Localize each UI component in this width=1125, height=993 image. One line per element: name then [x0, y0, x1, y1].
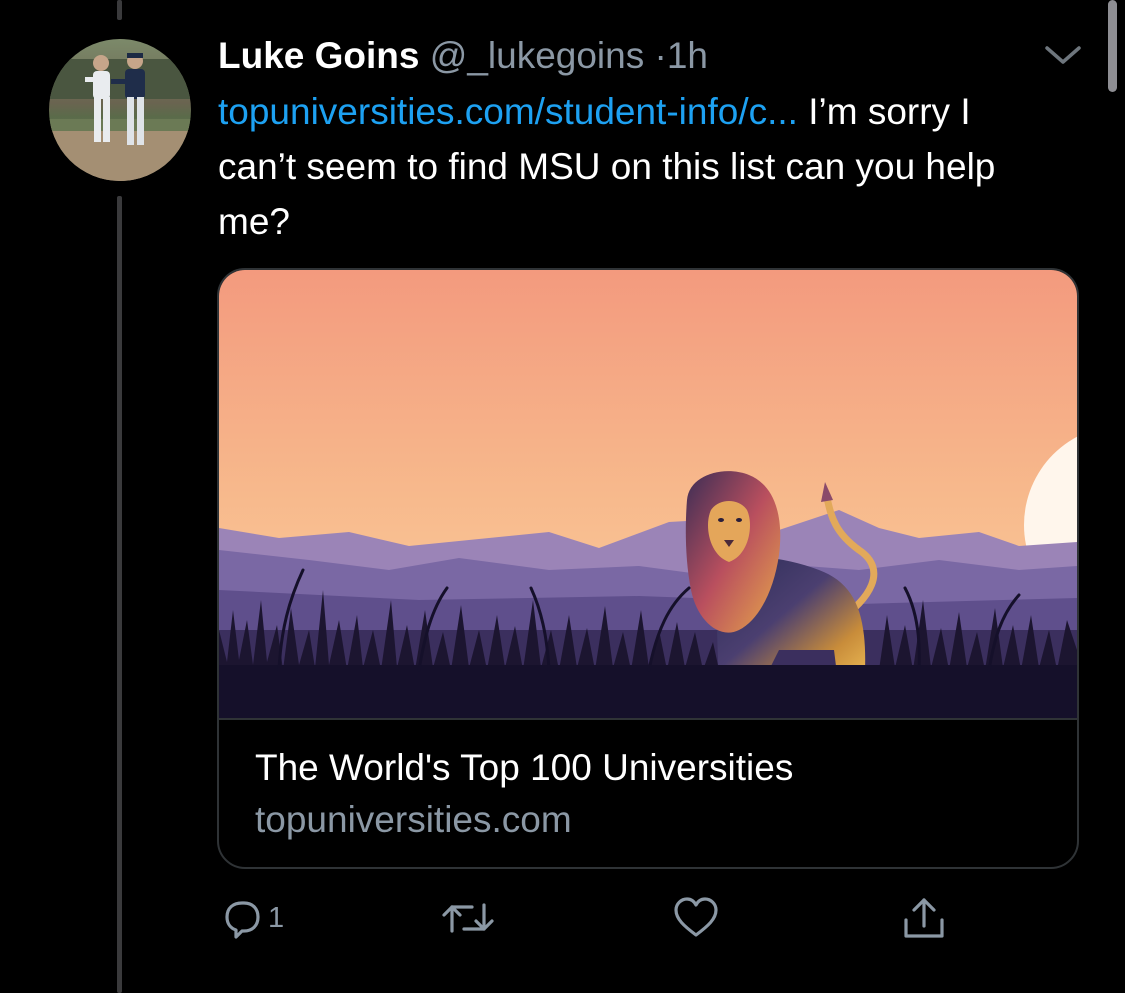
reply-count: 1 — [268, 901, 285, 934]
author-name[interactable]: Luke Goins — [218, 35, 419, 76]
card-title[interactable]: The World's Top 100 Universities — [255, 744, 793, 792]
author-handle[interactable]: @_lukegoins — [430, 35, 644, 76]
chevron-down-icon[interactable] — [1042, 40, 1084, 70]
retweet-button[interactable] — [440, 895, 496, 941]
tweet-text: topuniversities.com/student-info/c... I’… — [218, 84, 1058, 249]
timestamp[interactable]: 1h — [667, 35, 708, 76]
tweet-link[interactable]: topuniversities.com/student-info/c... — [218, 91, 798, 132]
share-icon — [900, 894, 948, 942]
card-domain: topuniversities.com — [255, 799, 572, 840]
tweet[interactable]: Luke Goins @_lukegoins ·1h topuniversiti… — [0, 0, 1125, 993]
tweet-header: Luke Goins @_lukegoins ·1h — [218, 30, 708, 82]
thread-line-top — [117, 0, 122, 20]
avatar[interactable] — [49, 39, 191, 181]
card-image[interactable] — [219, 270, 1077, 720]
link-card[interactable]: The World's Top 100 Universities topuniv… — [217, 268, 1079, 869]
share-button[interactable] — [900, 895, 948, 941]
reply-button[interactable]: 1 — [218, 895, 284, 941]
thread-line — [117, 196, 122, 993]
scrollbar[interactable] — [1108, 0, 1117, 92]
like-button[interactable] — [672, 895, 720, 941]
separator: · — [654, 35, 667, 76]
retweet-icon — [440, 895, 496, 941]
reply-icon — [218, 895, 264, 941]
heart-icon — [672, 895, 720, 941]
